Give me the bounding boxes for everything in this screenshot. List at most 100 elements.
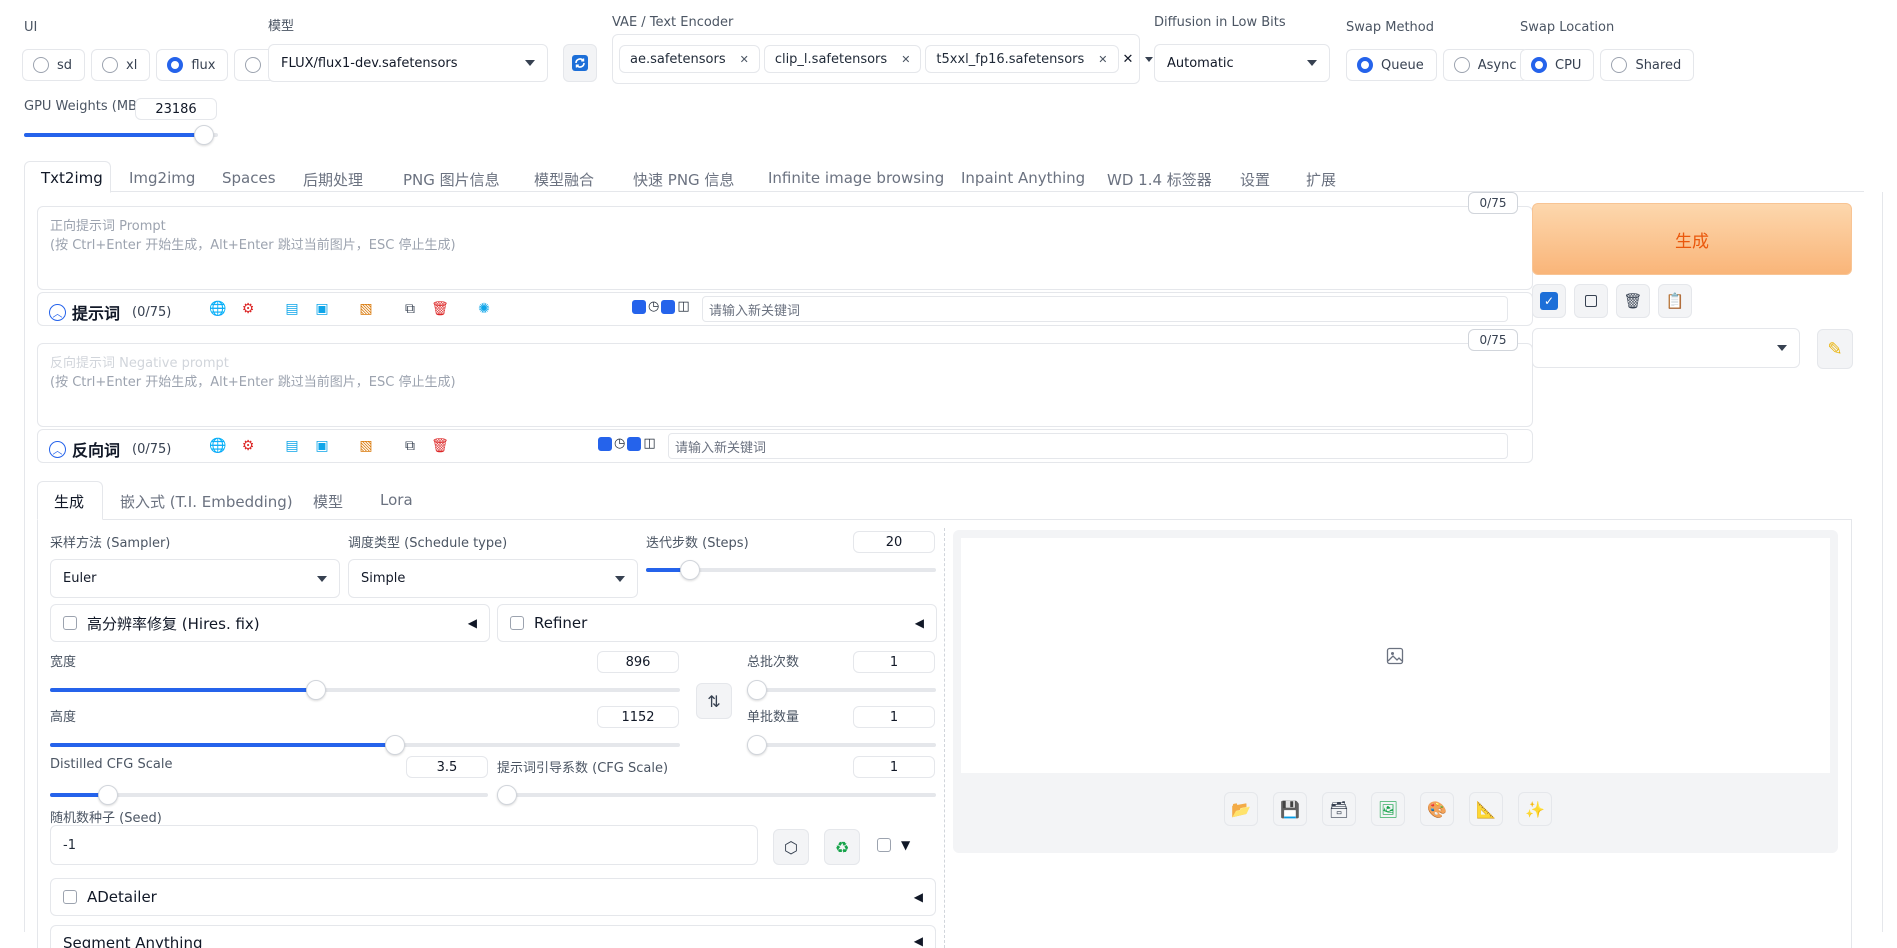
slider-thumb[interactable]: [747, 680, 767, 700]
width-input[interactable]: 896: [597, 651, 679, 673]
apply-style-button[interactable]: ✓: [1532, 284, 1566, 318]
remove-chip-icon[interactable]: ✕: [1098, 53, 1107, 66]
tab-quick-png-info[interactable]: 快速 PNG 信息: [633, 169, 734, 190]
adetailer-accordion[interactable]: ADetailer ◀: [50, 878, 936, 916]
bookmark-icon[interactable]: ▣: [311, 298, 333, 320]
chevron-down-icon[interactable]: [1145, 56, 1154, 62]
remove-chip-icon[interactable]: ✕: [740, 53, 749, 66]
swap-method-async[interactable]: Async: [1442, 49, 1530, 81]
panel-icon[interactable]: ◫: [643, 436, 655, 451]
gpu-weights-slider[interactable]: [24, 125, 218, 145]
history-icon[interactable]: ◷: [614, 436, 625, 451]
cfg-input[interactable]: 1: [853, 756, 935, 778]
clear-all-icon[interactable]: ✕: [1123, 52, 1134, 67]
negative-prompt-textarea[interactable]: 反向提示词 Negative prompt (按 Ctrl+Enter 开始生成…: [37, 343, 1533, 427]
load-list-icon[interactable]: ▤: [281, 435, 303, 457]
seed-input[interactable]: -1: [50, 825, 758, 865]
slider-thumb[interactable]: [747, 735, 767, 755]
send-to-inpaint-button[interactable]: 🎨: [1420, 792, 1454, 826]
send-to-extras-button[interactable]: 📐: [1469, 792, 1503, 826]
tab-txt2img[interactable]: Txt2img: [41, 169, 103, 187]
tab-png-info[interactable]: PNG 图片信息: [403, 169, 500, 190]
batch-count-input[interactable]: 1: [853, 651, 935, 673]
slider-thumb[interactable]: [98, 785, 118, 805]
refiner-checkbox[interactable]: [510, 616, 524, 630]
tab-extras[interactable]: 后期处理: [303, 169, 363, 190]
delete-icon[interactable]: 🗑: [429, 298, 451, 320]
tab-infinite-browsing[interactable]: Infinite image browsing: [768, 169, 944, 187]
negative-toolbar-title[interactable]: ︿ 反向词 (0/75): [49, 437, 171, 461]
swap-location-cpu[interactable]: CPU: [1520, 49, 1595, 81]
text-tag-icon[interactable]: ▧: [355, 435, 377, 457]
diffusion-select[interactable]: Automatic: [1154, 44, 1330, 82]
ui-option-xl[interactable]: xl: [91, 49, 151, 81]
tab-settings[interactable]: 设置: [1240, 169, 1270, 190]
negative-keyword-input[interactable]: 请输入新关键词: [668, 433, 1508, 459]
distilled-cfg-slider[interactable]: [50, 785, 488, 805]
tab-spaces[interactable]: Spaces: [222, 169, 276, 187]
settings-icon[interactable]: ⚙: [237, 298, 259, 320]
sparkle-button[interactable]: ✨: [1518, 792, 1552, 826]
hires-fix-accordion[interactable]: 高分辨率修复 (Hires. fix) ◀: [50, 604, 490, 642]
text-tag-icon[interactable]: ▧: [355, 298, 377, 320]
copy-icon[interactable]: ⧉: [399, 435, 421, 457]
tab-merge[interactable]: 模型融合: [534, 169, 594, 190]
save-button[interactable]: 💾: [1273, 792, 1307, 826]
adetailer-checkbox[interactable]: [63, 890, 77, 904]
schedule-select[interactable]: Simple: [348, 559, 638, 598]
remove-chip-icon[interactable]: ✕: [901, 53, 910, 66]
vae-multiselect[interactable]: ae.safetensors ✕ clip_l.safetensors ✕ t5xx…: [612, 34, 1154, 84]
subtab-model[interactable]: 模型: [313, 491, 343, 512]
ui-option-flux[interactable]: flux: [156, 49, 229, 81]
checkbox-checked[interactable]: [632, 299, 646, 314]
refresh-models-button[interactable]: [563, 44, 597, 82]
slider-thumb[interactable]: [497, 785, 517, 805]
width-slider[interactable]: [50, 680, 680, 700]
random-seed-button[interactable]: ⬡: [773, 829, 809, 865]
slider-thumb[interactable]: [680, 560, 700, 580]
copy-icon[interactable]: ⧉: [399, 298, 421, 320]
tab-inpaint-anything[interactable]: Inpaint Anything: [961, 169, 1085, 187]
send-to-img2img-button[interactable]: 🖼: [1371, 792, 1405, 826]
sampler-select[interactable]: Euler: [50, 559, 340, 598]
ui-option-sd[interactable]: sd: [22, 49, 86, 81]
hires-fix-checkbox[interactable]: [63, 616, 77, 630]
translate-icon[interactable]: 🌐: [207, 298, 229, 320]
clear-button[interactable]: [1574, 284, 1608, 318]
tab-wd-tagger[interactable]: WD 1.4 标签器: [1107, 169, 1212, 190]
steps-slider[interactable]: [646, 560, 936, 580]
batch-size-slider[interactable]: [747, 735, 936, 755]
steps-input[interactable]: 20: [853, 531, 935, 553]
edit-styles-button[interactable]: ✎: [1817, 329, 1853, 369]
tab-img2img[interactable]: Img2img: [129, 169, 195, 187]
seed-extra-toggle[interactable]: ▼: [877, 838, 910, 852]
load-list-icon[interactable]: ▤: [281, 298, 303, 320]
subtab-lora[interactable]: Lora: [380, 491, 413, 509]
delete-icon[interactable]: 🗑: [429, 435, 451, 457]
refiner-accordion[interactable]: Refiner ◀: [497, 604, 937, 642]
distilled-cfg-input[interactable]: 3.5: [406, 756, 488, 778]
slider-thumb[interactable]: [306, 680, 326, 700]
checkbox-checked[interactable]: [661, 299, 676, 314]
translate-icon[interactable]: 🌐: [207, 435, 229, 457]
batch-count-slider[interactable]: [747, 680, 936, 700]
history-icon[interactable]: ◷: [648, 299, 659, 314]
reuse-seed-button[interactable]: ♻: [824, 829, 860, 865]
prompt-textarea[interactable]: 正向提示词 Prompt (按 Ctrl+Enter 开始生成，Alt+Ente…: [37, 206, 1533, 290]
slider-thumb[interactable]: [194, 125, 215, 145]
swap-dimensions-button[interactable]: ⇅: [696, 683, 732, 719]
ai-icon[interactable]: ✺: [473, 298, 495, 320]
subtab-embedding[interactable]: 嵌入式 (T.I. Embedding): [120, 491, 293, 512]
settings-icon[interactable]: ⚙: [237, 435, 259, 457]
segment-anything-accordion[interactable]: Segment Anything ◀: [50, 925, 936, 948]
trash-button[interactable]: 🗑: [1616, 284, 1650, 318]
swap-method-queue[interactable]: Queue: [1346, 49, 1437, 81]
gpu-weights-input[interactable]: 23186: [135, 98, 217, 120]
prompt-toolbar-title[interactable]: ︿ 提示词 (0/75): [49, 300, 171, 324]
paste-button[interactable]: 📋: [1658, 284, 1692, 318]
panel-icon[interactable]: ◫: [677, 299, 689, 314]
batch-size-input[interactable]: 1: [853, 706, 935, 728]
model-select[interactable]: FLUX/flux1-dev.safetensors: [268, 44, 548, 82]
checkbox-checked[interactable]: [627, 436, 642, 451]
open-folder-button[interactable]: 📂: [1224, 792, 1258, 826]
